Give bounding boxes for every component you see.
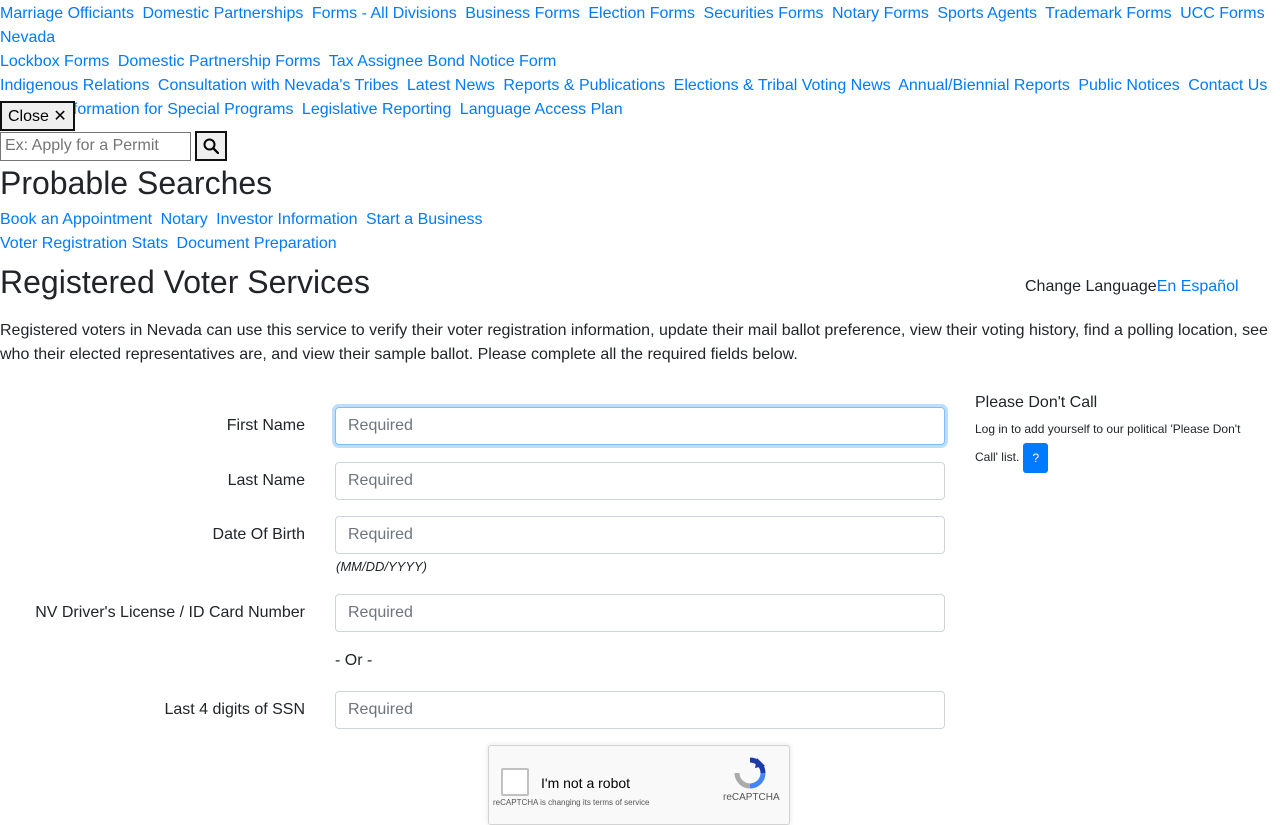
dob-row: Date Of Birth: [0, 516, 945, 554]
ssn-field[interactable]: [335, 691, 945, 729]
nav-link[interactable]: Business Forms: [465, 5, 580, 22]
nav-link[interactable]: Language Access Plan: [460, 101, 623, 118]
search-bar: [0, 131, 227, 161]
nav-link[interactable]: Reports & Publications: [503, 77, 665, 94]
probable-search-link[interactable]: Document Preparation: [177, 235, 337, 252]
nav-row: Lockbox Forms Domestic Partnership Forms…: [0, 50, 1280, 74]
probable-search-row: Book an Appointment Notary Investor Info…: [0, 208, 487, 232]
change-language-image: Change Language: [1025, 278, 1157, 295]
help-button[interactable]: ?: [1023, 443, 1049, 473]
recaptcha-logo-icon: [734, 757, 766, 789]
nav-link[interactable]: Election Forms: [588, 5, 695, 22]
nav-link[interactable]: Marriage Officiants: [0, 5, 134, 22]
first-name-field[interactable]: [335, 407, 945, 445]
intro-text: Registered voters in Nevada can use this…: [0, 322, 1268, 363]
nav-link[interactable]: Nevada: [0, 29, 55, 46]
nav-link[interactable]: Notary Forms: [832, 5, 929, 22]
nav-link[interactable]: UCC Forms: [1180, 5, 1264, 22]
probable-search-link[interactable]: Notary: [161, 211, 208, 228]
recaptcha-brand: reCAPTCHA: [723, 792, 780, 803]
probable-search-link[interactable]: Book an Appointment: [0, 211, 152, 228]
nav-link[interactable]: Trademark Forms: [1045, 5, 1172, 22]
probable-search-link[interactable]: Voter Registration Stats: [0, 235, 168, 252]
recaptcha-checkbox[interactable]: [501, 768, 529, 796]
nav-link[interactable]: Public Notices: [1078, 77, 1179, 94]
recaptcha-label: I'm not a robot: [541, 775, 631, 791]
last-name-field[interactable]: [335, 462, 945, 500]
nav-link[interactable]: Tax Assignee Bond Notice Form: [329, 53, 557, 70]
dob-label: Date Of Birth: [212, 526, 305, 543]
search-input[interactable]: [0, 131, 191, 161]
probable-searches-links: Book an Appointment Notary Investor Info…: [0, 208, 487, 256]
ssn-label: Last 4 digits of SSN: [164, 701, 305, 718]
nav-link[interactable]: Annual/Biennial Reports: [898, 77, 1070, 94]
nav-row: Indigenous Relations Consultation with N…: [0, 74, 1280, 98]
please-dont-call-image: Please Don't Call: [975, 394, 1098, 411]
recaptcha-note: reCAPTCHA is changing its terms of servi…: [493, 798, 650, 807]
nav-link[interactable]: Lockbox Forms: [0, 53, 109, 70]
probable-search-link[interactable]: Start a Business: [366, 211, 483, 228]
please-dont-call-box: Please Don't Call Log in to add yourself…: [975, 392, 1265, 473]
nav-link[interactable]: Legislative Reporting: [302, 101, 451, 118]
first-name-label: First Name: [226, 417, 305, 434]
language-switcher: Change LanguageEn Español: [1025, 277, 1239, 297]
license-field[interactable]: [335, 594, 945, 632]
nav-link[interactable]: Consultation with Nevada's Tribes: [158, 77, 399, 94]
probable-search-row: Voter Registration Stats Document Prepar…: [0, 232, 487, 256]
last-name-row: Last Name: [0, 462, 945, 500]
nav-row: Contact Information for Special Programs…: [0, 98, 1280, 122]
close-button[interactable]: Close ✕: [0, 101, 75, 131]
nav-link[interactable]: Domestic Partnerships: [142, 5, 303, 22]
nav-row: Marriage Officiants Domestic Partnership…: [0, 2, 1280, 50]
probable-searches-title: Probable Searches: [0, 165, 273, 201]
page-title: Registered Voter Services: [0, 264, 370, 300]
probable-search-link[interactable]: Investor Information: [216, 211, 357, 228]
dob-format-hint: (MM/DD/YYYY): [336, 559, 427, 574]
nav-link[interactable]: Latest News: [407, 77, 495, 94]
nav-link[interactable]: Contact Us: [1188, 77, 1267, 94]
nav-link[interactable]: Elections & Tribal Voting News: [674, 77, 891, 94]
espanol-link[interactable]: En Español: [1157, 278, 1239, 295]
nav-link[interactable]: Forms - All Divisions: [312, 5, 457, 22]
ssn-row: Last 4 digits of SSN: [0, 691, 945, 729]
top-nav: Marriage Officiants Domestic Partnership…: [0, 2, 1280, 122]
nav-link[interactable]: Sports Agents: [937, 5, 1037, 22]
search-icon: [203, 138, 219, 154]
search-button[interactable]: [195, 131, 227, 161]
nav-link[interactable]: Indigenous Relations: [0, 77, 149, 94]
last-name-label: Last Name: [227, 472, 305, 489]
nav-link[interactable]: Securities Forms: [704, 5, 824, 22]
recaptcha-widget: I'm not a robot reCAPTCHA reCAPTCHA is c…: [488, 745, 790, 825]
license-row: NV Driver's License / ID Card Number: [0, 594, 945, 632]
first-name-row: First Name: [0, 407, 945, 445]
dob-field[interactable]: [335, 516, 945, 554]
please-dont-call-description: Log in to add yourself to our political …: [975, 422, 1241, 465]
please-dont-call-text: Log in to add yourself to our political …: [975, 416, 1265, 473]
nav-link[interactable]: Domestic Partnership Forms: [118, 53, 321, 70]
license-label: NV Driver's License / ID Card Number: [35, 604, 305, 621]
or-divider: - Or -: [335, 652, 373, 669]
